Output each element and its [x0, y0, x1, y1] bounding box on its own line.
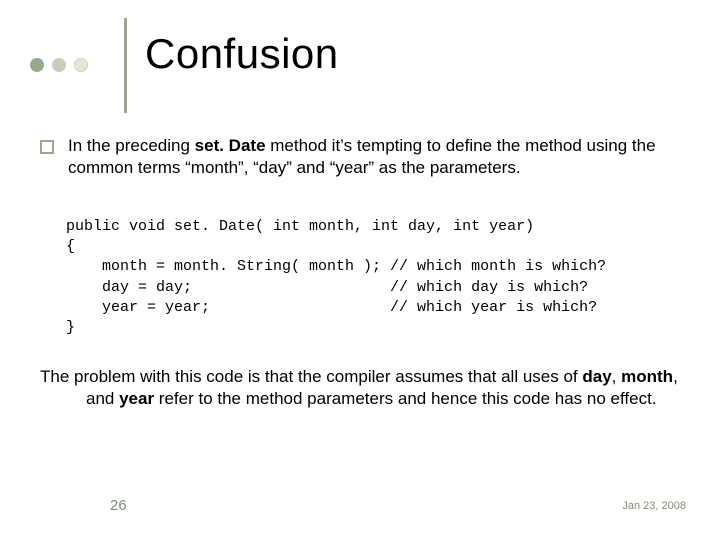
title-divider: [124, 18, 127, 113]
code-block: public void set. Date( int month, int da…: [66, 197, 680, 339]
bullet-text: In the preceding set. Date method it’s t…: [68, 135, 680, 179]
code-line: month = month. String( month ); // which…: [66, 258, 606, 275]
text-bold: year: [119, 389, 154, 408]
code-line: {: [66, 238, 75, 255]
slide-title: Confusion: [145, 30, 339, 78]
page-number: 26: [110, 497, 127, 514]
trailer-paragraph: The problem with this code is that the c…: [40, 366, 680, 410]
slide-body: In the preceding set. Date method it’s t…: [40, 135, 680, 410]
code-line: year = year; // which year is which?: [66, 299, 597, 316]
text-bold: month: [621, 367, 673, 386]
text-bold: set. Date: [195, 136, 266, 155]
text: ,: [612, 367, 621, 386]
code-line: public void set. Date( int month, int da…: [66, 218, 534, 235]
footer-date: Jan 23, 2008: [622, 500, 686, 512]
slide: Confusion In the preceding set. Date met…: [0, 0, 720, 540]
text-bold: day: [582, 367, 611, 386]
code-line: day = day; // which day is which?: [66, 279, 588, 296]
accent-dot-icon: [30, 58, 44, 72]
text: In the preceding: [68, 136, 195, 155]
accent-dot-icon: [74, 58, 88, 72]
bullet-item: In the preceding set. Date method it’s t…: [40, 135, 680, 179]
text: The problem with this code is that the c…: [40, 367, 582, 386]
code-line: }: [66, 319, 75, 336]
slide-header: Confusion: [30, 18, 690, 98]
bullet-icon: [40, 140, 54, 154]
accent-dot-icon: [52, 58, 66, 72]
text: refer to the method parameters and hence…: [154, 389, 656, 408]
